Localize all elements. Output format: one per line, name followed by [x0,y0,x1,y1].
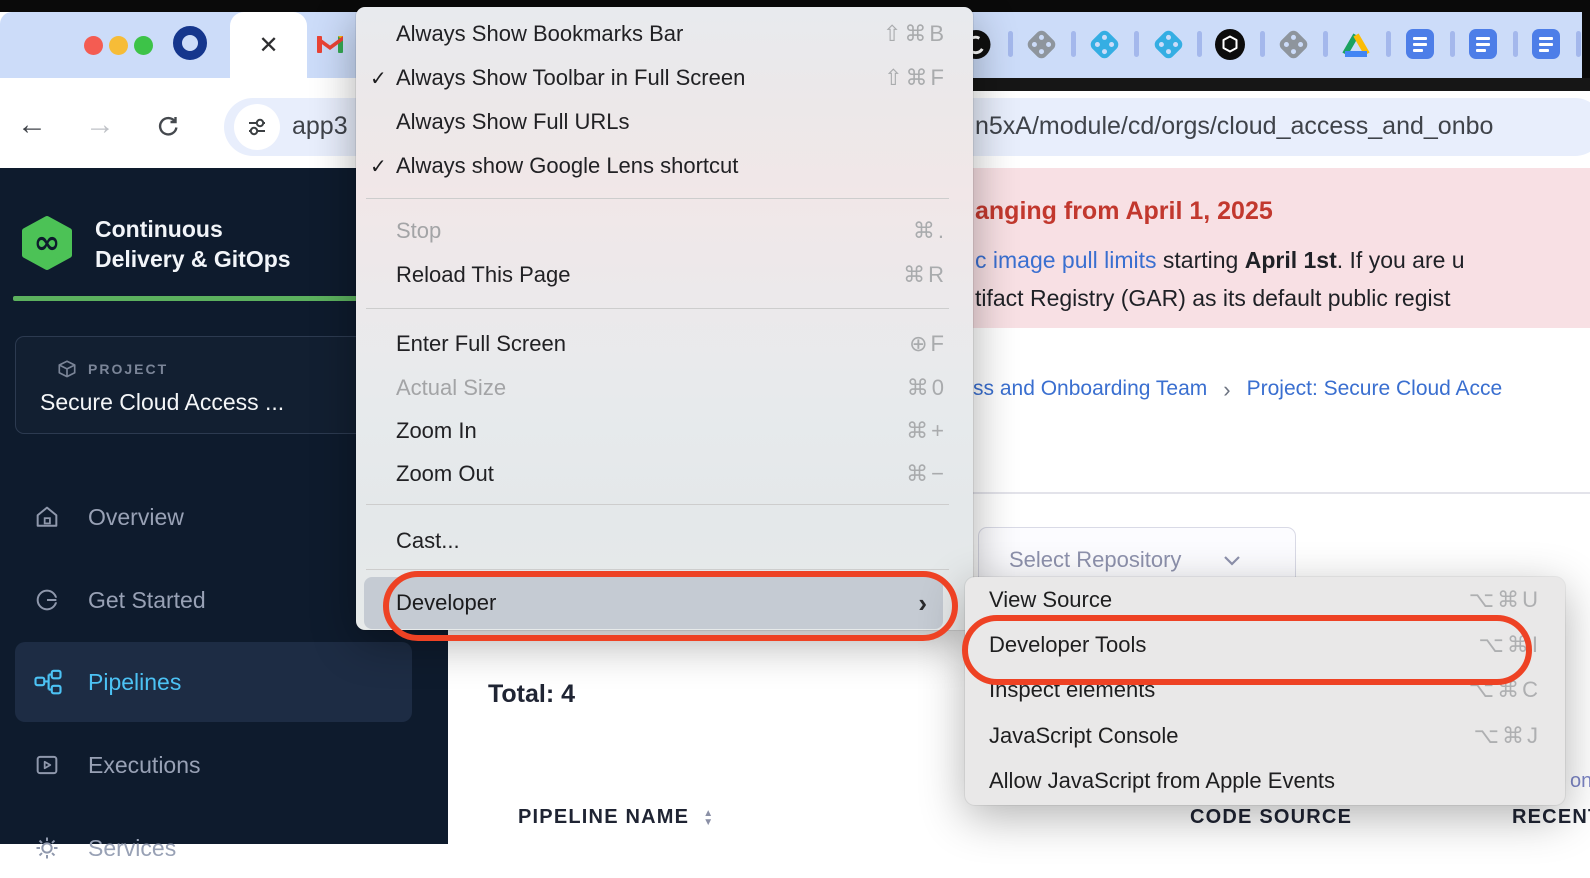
developer-submenu: View Source ⌥⌘U Developer Tools ⌥⌘I Insp… [965,577,1565,805]
tab-close-icon[interactable]: ✕ [230,12,307,78]
menu-item-stop[interactable]: Stop ⌘. [356,210,973,252]
back-icon[interactable]: ← [12,97,52,153]
project-cube-icon [56,359,78,381]
harness-gray-tab-icon[interactable] [1026,29,1056,59]
sidebar-item-services[interactable]: Services [0,818,448,878]
reload-icon[interactable] [148,97,188,153]
column-header-pipeline-name[interactable]: PIPELINE NAME▲▼ [518,806,714,829]
menu-item-allow-javascript-apple-events[interactable]: Allow JavaScript from Apple Events [965,760,1565,802]
sidebar-item-pipelines[interactable]: Pipelines [0,652,448,712]
forward-icon[interactable]: → [80,97,120,153]
tab-separator [1576,31,1581,57]
menu-item-javascript-console[interactable]: JavaScript Console ⌥⌘J [965,715,1565,757]
url-text-left[interactable]: app3 [292,112,348,141]
module-title-line2: Delivery & GitOps [95,244,291,274]
traffic-light-zoom[interactable] [134,36,153,55]
openai-tab-icon[interactable] [1215,29,1245,59]
chevron-down-icon [1223,555,1241,566]
window-gap-shadow [973,78,1590,91]
clipped-text-fragment: on [1570,770,1590,793]
menu-item-developer-tools[interactable]: Developer Tools ⌥⌘I [965,624,1565,666]
checkmark-icon: ✓ [356,154,396,179]
menu-item-actual-size[interactable]: Actual Size ⌘0 [356,367,973,409]
submenu-arrow-icon: › [918,588,927,619]
url-text-right[interactable]: n5xA/module/cd/orgs/cloud_access_and_onb… [975,112,1493,141]
google-docs-tab-icon[interactable] [1468,29,1498,59]
menu-item-inspect-elements[interactable]: Inspect elements ⌥⌘C [965,669,1565,711]
total-count: Total: 4 [488,680,575,709]
module-title-line1: Continuous [95,214,223,244]
sort-icon[interactable]: ▲▼ [703,809,714,827]
menu-item-always-show-toolbar-fullscreen[interactable]: ✓ Always Show Toolbar in Full Screen ⇧⌘F [356,57,973,99]
pipelines-icon [33,667,63,697]
column-header-recent[interactable]: RECENT [1512,806,1590,829]
tab-separator [1450,31,1455,57]
menu-item-always-show-bookmarks-bar[interactable]: Always Show Bookmarks Bar ⇧⌘B [356,13,973,55]
pinned-tab-ring-icon[interactable] [173,26,207,60]
tab-separator [1071,31,1076,57]
menu-item-zoom-in[interactable]: Zoom In ⌘+ [356,410,973,452]
chevron-right-icon: › [1223,377,1230,403]
harness-gray-tab-icon[interactable] [1278,29,1308,59]
tab-separator [1513,31,1518,57]
menu-item-reload-this-page[interactable]: Reload This Page ⌘R [356,254,973,296]
tab-separator [1197,31,1202,57]
site-settings-icon[interactable] [234,104,280,150]
traffic-light-minimize[interactable] [109,36,128,55]
menu-item-cast[interactable]: Cast... [356,520,973,562]
breadcrumb-org[interactable]: ss and Onboarding Team [973,377,1207,403]
active-tab[interactable]: ✕ [230,12,307,78]
gear-icon [33,834,63,862]
banner-link[interactable]: c image pull limits [975,247,1157,273]
gmail-tab-icon[interactable] [315,31,345,57]
menu-divider [366,308,949,309]
google-docs-tab-icon[interactable] [1531,29,1561,59]
banner-heading: anging from April 1, 2025 [975,197,1273,226]
menu-item-enter-full-screen[interactable]: Enter Full Screen ⊕F [356,323,973,365]
menu-item-developer[interactable]: Developer › [364,577,943,629]
sidebar-item-executions[interactable]: Executions [0,735,448,795]
google-docs-tab-icon[interactable] [1405,29,1435,59]
menu-item-always-show-full-urls[interactable]: Always Show Full URLs [356,101,973,143]
menu-divider [366,504,949,505]
breadcrumb: ss and Onboarding Team › Project: Secure… [973,377,1502,403]
executions-icon [33,751,63,779]
menu-divider [366,198,949,199]
menu-item-zoom-out[interactable]: Zoom Out ⌘− [356,453,973,495]
menu-item-always-show-google-lens[interactable]: ✓ Always show Google Lens shortcut [356,145,973,187]
tab-separator [1008,31,1013,57]
tab-separator [1386,31,1391,57]
banner-line2: tifact Registry (GAR) as its default pub… [975,285,1451,312]
menu-item-view-source[interactable]: View Source ⌥⌘U [965,579,1565,621]
harness-blue-tab-icon[interactable] [1089,29,1119,59]
harness-cd-logo: ∞ [20,215,74,271]
svg-text:∞: ∞ [34,223,61,261]
menu-divider [366,569,949,570]
checkmark-icon: ✓ [356,66,396,91]
tab-separator [1323,31,1328,57]
project-label: PROJECT [88,361,168,377]
project-name: Secure Cloud Access ... [40,389,284,416]
home-icon [33,503,63,531]
harness-blue-tab-icon[interactable] [1153,29,1183,59]
banner-line1: c image pull limits starting April 1st. … [975,247,1465,274]
tab-separator [1260,31,1265,57]
column-header-code-source[interactable]: CODE SOURCE [1190,806,1352,829]
tab-separator [1134,31,1139,57]
traffic-light-close[interactable] [84,36,103,55]
google-drive-tab-icon[interactable] [1341,29,1371,59]
get-started-icon [33,586,63,614]
view-menu: Always Show Bookmarks Bar ⇧⌘B ✓ Always S… [356,7,973,630]
breadcrumb-project[interactable]: Project: Secure Cloud Acce [1247,377,1503,403]
